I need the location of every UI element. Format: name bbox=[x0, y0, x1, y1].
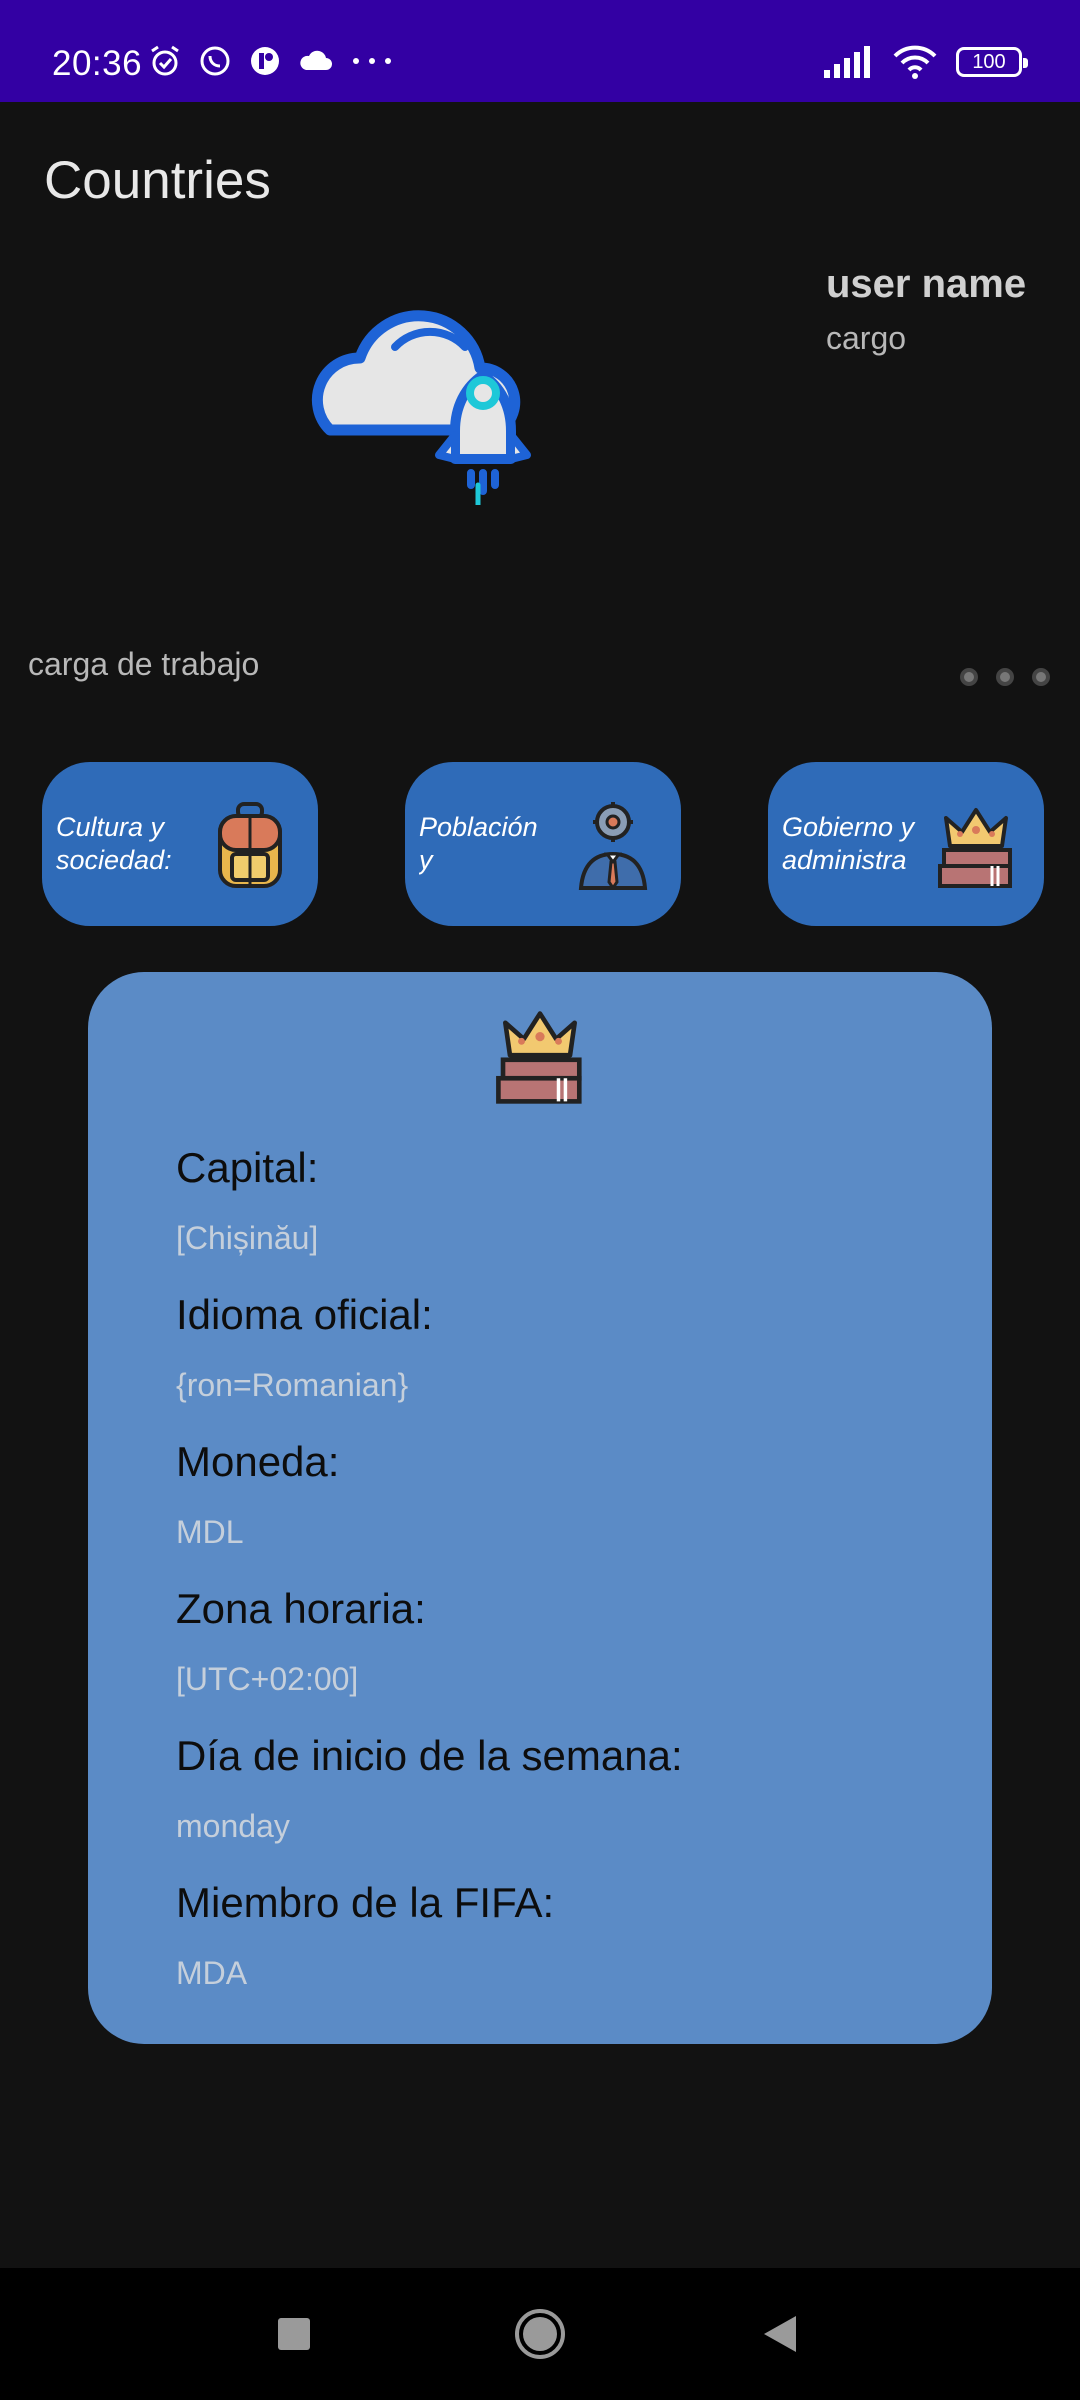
battery-level: 100 bbox=[972, 51, 1006, 73]
category-label: Cultura y sociedad: bbox=[56, 812, 172, 875]
field-value: MDL bbox=[176, 1514, 244, 1550]
back-triangle-icon[interactable] bbox=[762, 2314, 798, 2354]
businessman-gear-icon bbox=[578, 802, 648, 890]
field-label: Día de inicio de la semana: bbox=[176, 1732, 683, 1779]
category-label: Gobierno y administra bbox=[782, 812, 915, 875]
app-icon bbox=[251, 47, 279, 75]
page-indicator[interactable] bbox=[960, 668, 1050, 686]
field-official-language: Idioma oficial: {ron=Romanian} bbox=[176, 1291, 433, 1404]
field-label: Idioma oficial: bbox=[176, 1291, 433, 1338]
system-nav-bar bbox=[0, 2268, 1080, 2400]
field-currency: Moneda: MDL bbox=[176, 1438, 339, 1551]
user-role: cargo bbox=[826, 320, 907, 356]
cloud-icon bbox=[300, 50, 332, 70]
field-value: [Chișinău] bbox=[176, 1220, 319, 1256]
signal-icon bbox=[824, 46, 870, 78]
more-dots-icon bbox=[353, 58, 391, 64]
category-button-culture[interactable]: Cultura y sociedad: bbox=[42, 762, 318, 926]
field-timezone: Zona horaria: [UTC+02:00] bbox=[176, 1585, 426, 1698]
field-capital: Capital: [Chișinău] bbox=[176, 1144, 318, 1257]
field-week-start: Día de inicio de la semana: monday bbox=[176, 1732, 683, 1845]
status-system-icons: 100 bbox=[824, 44, 1028, 80]
page-title: Countries bbox=[44, 151, 271, 210]
field-fifa-member: Miembro de la FIFA: MDA bbox=[176, 1879, 554, 1992]
page-dot[interactable] bbox=[996, 668, 1014, 686]
alarm-icon bbox=[151, 45, 179, 76]
field-value: {ron=Romanian} bbox=[176, 1367, 409, 1403]
field-label: Capital: bbox=[176, 1144, 319, 1191]
field-value: MDA bbox=[176, 1955, 248, 1991]
whatsapp-icon bbox=[200, 46, 230, 76]
page-dot[interactable] bbox=[1032, 668, 1050, 686]
home-circle-icon[interactable] bbox=[514, 2308, 566, 2360]
field-value: [UTC+02:00] bbox=[176, 1661, 359, 1697]
status-time: 20:36 bbox=[52, 44, 143, 83]
field-label: Zona horaria: bbox=[176, 1585, 426, 1632]
crown-books-icon bbox=[496, 1011, 582, 1104]
field-label: Moneda: bbox=[176, 1438, 340, 1485]
crown-books-icon bbox=[938, 808, 1012, 888]
field-value: monday bbox=[176, 1808, 290, 1844]
page-dot[interactable] bbox=[960, 668, 978, 686]
cloud-rocket-icon bbox=[311, 310, 531, 505]
battery-icon: 100 bbox=[956, 47, 1028, 77]
workload-label: carga de trabajo bbox=[28, 646, 260, 682]
recents-square-icon[interactable] bbox=[276, 2316, 312, 2352]
country-info-card: Capital: [Chișinău] Idioma oficial: {ron… bbox=[88, 972, 992, 2044]
category-button-population[interactable]: Población y bbox=[405, 762, 681, 926]
category-button-government[interactable]: Gobierno y administra bbox=[768, 762, 1044, 926]
category-label: Población y bbox=[419, 812, 538, 875]
user-name: user name bbox=[826, 262, 1027, 306]
status-bar: 20:36 100 bbox=[0, 0, 1080, 102]
field-label: Miembro de la FIFA: bbox=[176, 1879, 555, 1926]
status-notification-icons bbox=[148, 44, 394, 78]
wifi-icon bbox=[893, 45, 937, 79]
backpack-icon bbox=[218, 802, 282, 888]
